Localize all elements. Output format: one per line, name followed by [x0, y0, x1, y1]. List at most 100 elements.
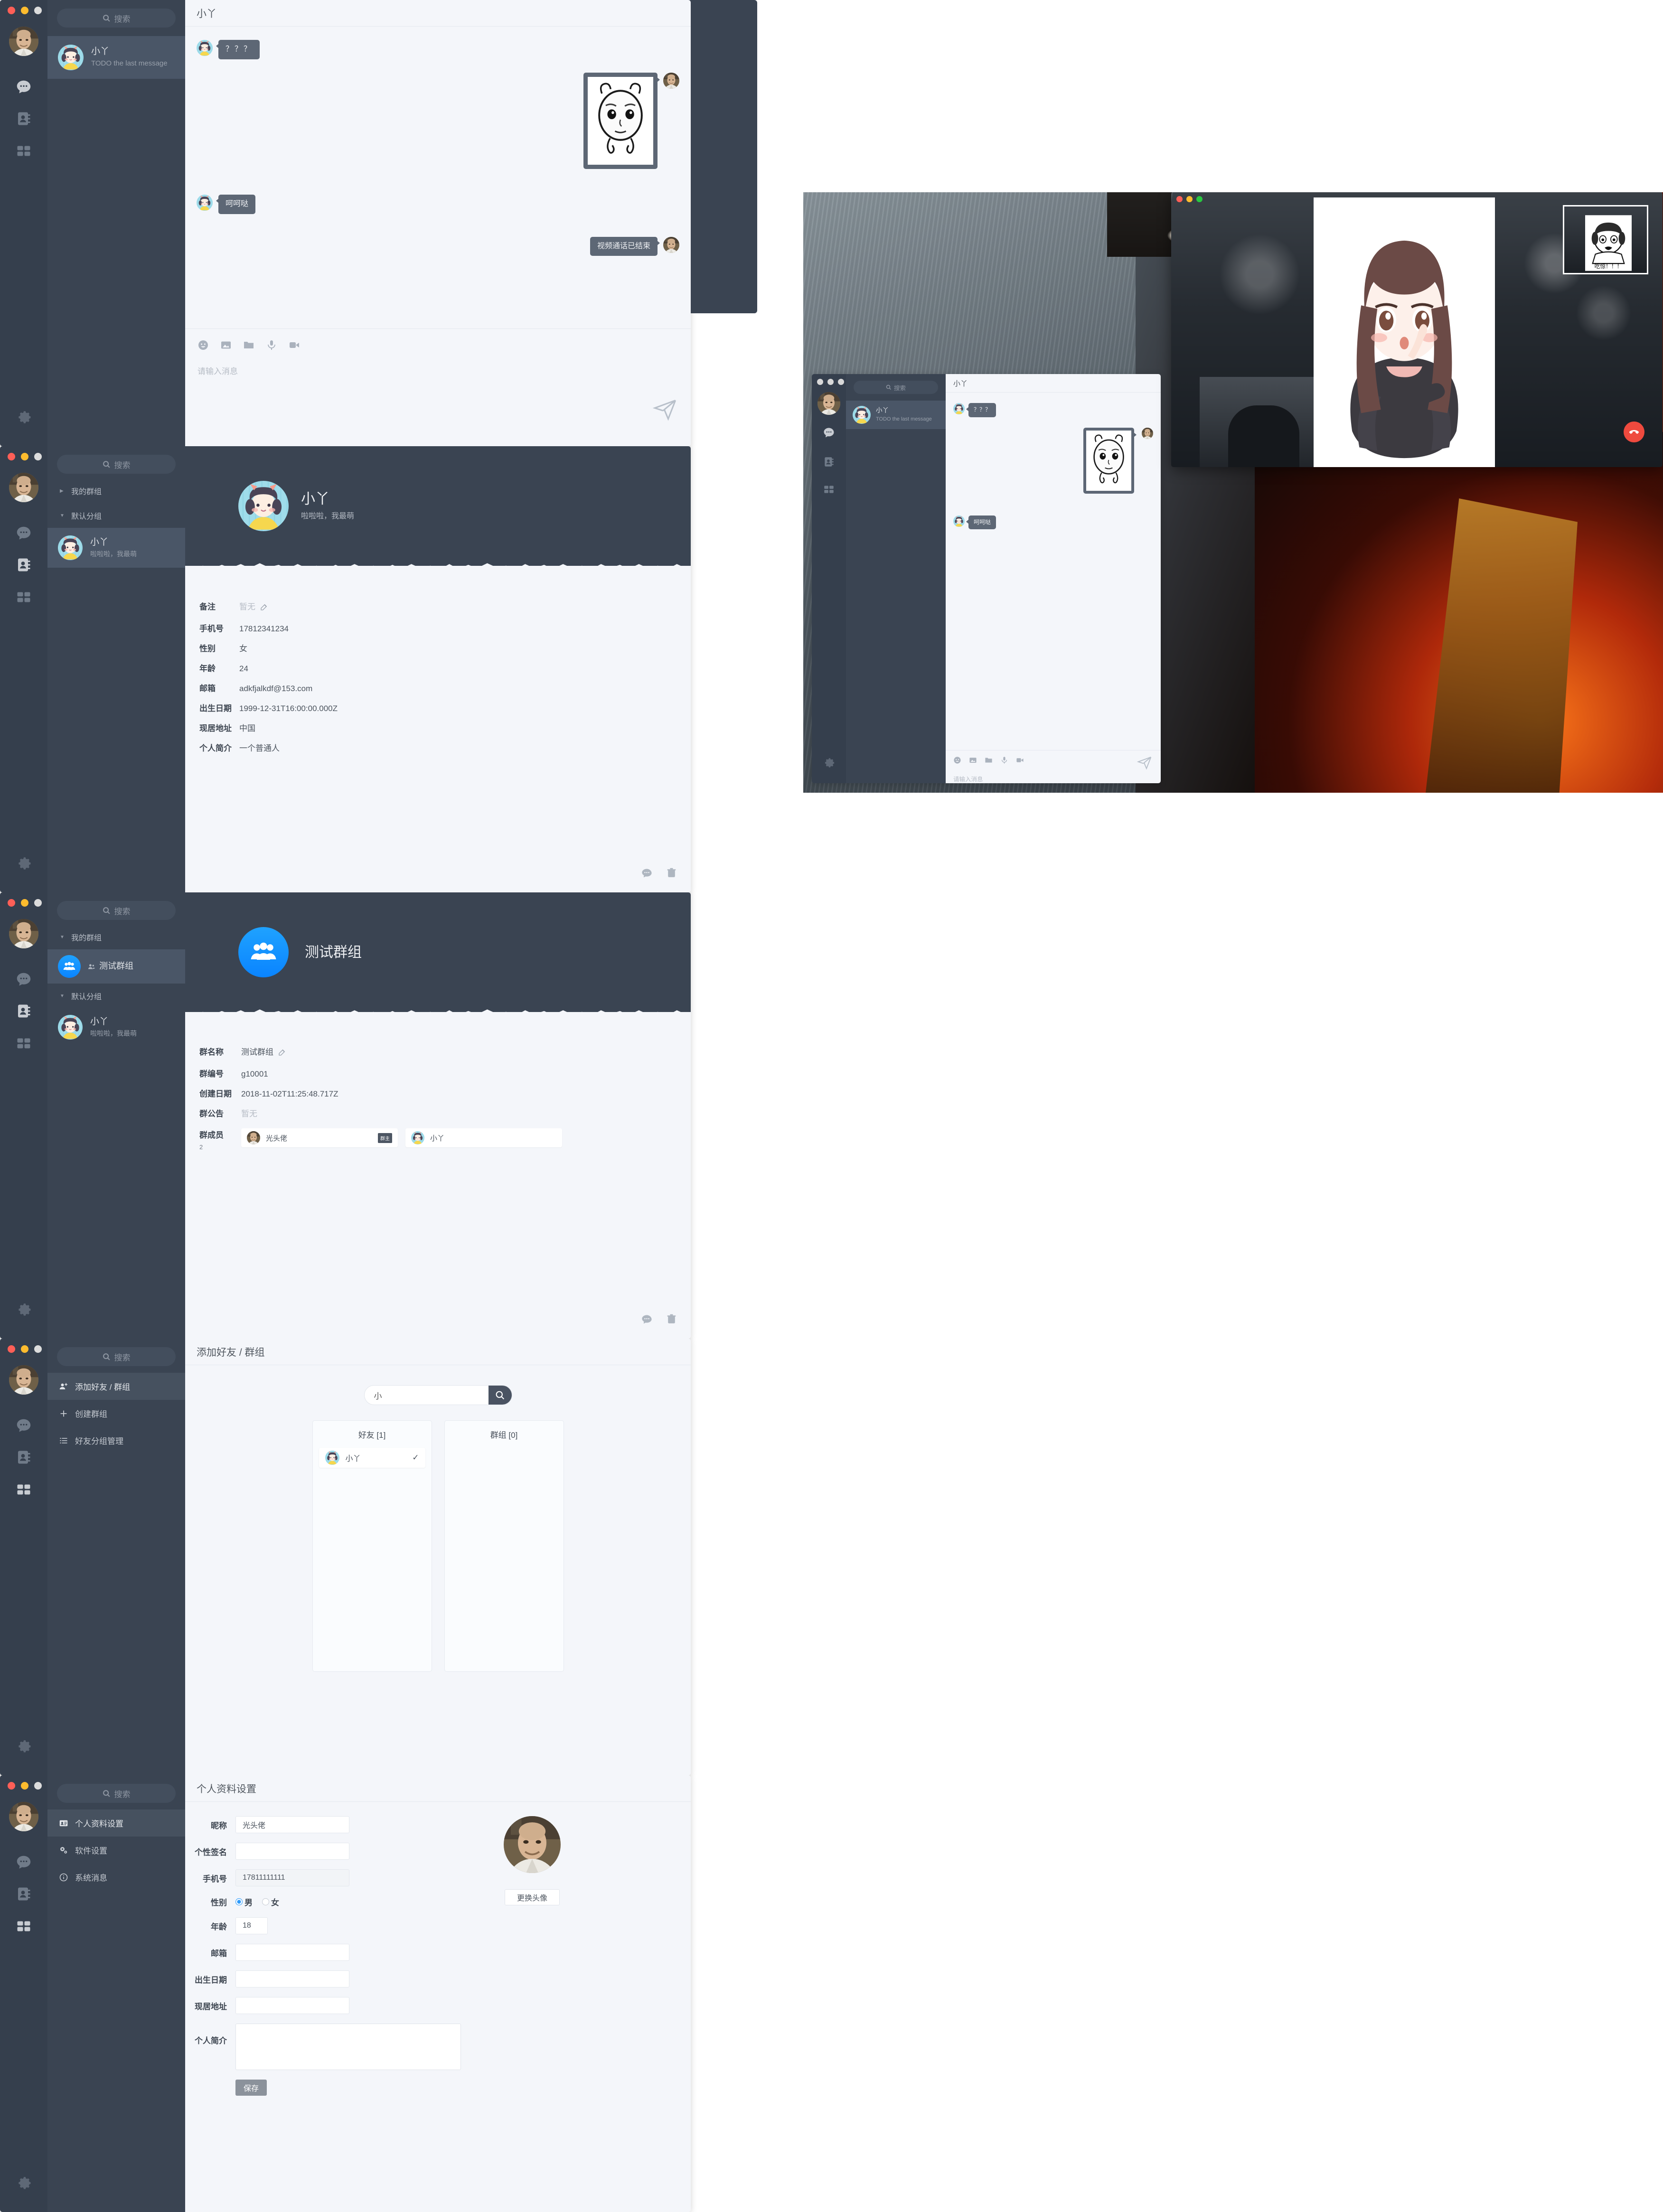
maximize-button[interactable]: [838, 379, 844, 385]
minimize-button[interactable]: [21, 899, 28, 907]
member-card[interactable]: 小丫: [405, 1128, 562, 1147]
avatar[interactable]: [9, 27, 38, 56]
sidebar-item-contacts[interactable]: [0, 1449, 47, 1466]
close-button[interactable]: [8, 899, 15, 907]
search-input[interactable]: 搜索: [57, 455, 176, 474]
microphone-icon[interactable]: [1000, 756, 1008, 767]
menu-item-add-friend[interactable]: 添加好友 / 群组: [47, 1373, 185, 1400]
contact-item[interactable]: 小丫 啦啦啦，我最萌: [47, 1008, 185, 1046]
menu-item-system-messages[interactable]: 系统消息: [47, 1864, 185, 1891]
sidebar-item-apps[interactable]: [0, 1481, 47, 1498]
image-icon[interactable]: [220, 339, 232, 353]
search-input[interactable]: 搜索: [854, 381, 938, 394]
video-camera-icon[interactable]: [289, 339, 300, 353]
maximize-button[interactable]: [34, 453, 42, 460]
window-controls[interactable]: [8, 7, 42, 14]
message-input-placeholder[interactable]: 请输入消息: [946, 769, 1161, 783]
member-card[interactable]: 光头佬 群主: [241, 1128, 398, 1147]
save-button[interactable]: 保存: [235, 2080, 267, 2096]
sidebar-item-apps[interactable]: [0, 1035, 47, 1052]
sidebar-item-contacts[interactable]: [0, 1003, 47, 1020]
gear-icon[interactable]: [0, 2175, 47, 2191]
contact-item[interactable]: 小丫 啦啦啦，我最萌: [47, 528, 185, 568]
window-controls[interactable]: [8, 1782, 42, 1790]
message-icon[interactable]: [640, 1313, 653, 1328]
maximize-button[interactable]: [34, 1345, 42, 1353]
send-icon[interactable]: [652, 397, 677, 424]
delete-icon[interactable]: [666, 867, 677, 882]
maximize-button[interactable]: [34, 1782, 42, 1790]
gender-male-radio[interactable]: 男: [235, 1896, 253, 1908]
conversation-item[interactable]: 小丫 TODO the last message: [846, 401, 946, 429]
search-button[interactable]: [488, 1386, 512, 1405]
image-icon[interactable]: [969, 756, 977, 767]
minimize-button[interactable]: [21, 453, 28, 460]
close-button[interactable]: [8, 1782, 15, 1790]
age-input[interactable]: 18: [235, 1917, 268, 1934]
sidebar-item-apps[interactable]: [0, 589, 47, 606]
minimize-button[interactable]: [21, 7, 28, 14]
sidebar-item-apps[interactable]: [812, 483, 846, 496]
menu-item-create-group[interactable]: 创建群组: [47, 1400, 185, 1427]
minimize-button[interactable]: [21, 1782, 28, 1790]
image-message[interactable]: [583, 72, 660, 169]
search-input[interactable]: 搜索: [57, 901, 176, 920]
bio-textarea[interactable]: [235, 2024, 461, 2070]
close-button[interactable]: [8, 1345, 15, 1353]
group-section-default[interactable]: ▼ 默认分组: [47, 503, 185, 528]
avatar[interactable]: [9, 1802, 38, 1831]
gear-icon[interactable]: [0, 855, 47, 872]
emoji-icon[interactable]: [197, 339, 209, 353]
sidebar-item-chats[interactable]: [0, 971, 47, 989]
folder-icon[interactable]: [243, 339, 254, 353]
sidebar-item-chats[interactable]: [812, 426, 846, 440]
message-input-placeholder[interactable]: 请输入消息: [185, 357, 691, 376]
close-button[interactable]: [1176, 196, 1183, 202]
friend-search-input[interactable]: [364, 1386, 489, 1405]
group-section-my-groups[interactable]: ▶ 我的群组: [47, 478, 185, 503]
hangup-button[interactable]: [1624, 422, 1644, 442]
window-controls[interactable]: [817, 379, 844, 385]
sidebar-item-chats[interactable]: [0, 1854, 47, 1872]
window-controls[interactable]: [8, 899, 42, 907]
microphone-icon[interactable]: [266, 339, 277, 353]
conversation-item[interactable]: 小丫 TODO the last message: [47, 36, 185, 79]
emoji-icon[interactable]: [953, 756, 961, 767]
sidebar-item-contacts[interactable]: [812, 456, 846, 468]
group-section-my-groups[interactable]: ▼ 我的群组: [47, 925, 185, 949]
minimize-button[interactable]: [827, 379, 834, 385]
image-message[interactable]: [1083, 427, 1137, 494]
video-camera-icon[interactable]: [1016, 756, 1024, 767]
sidebar-item-chats[interactable]: [0, 1417, 47, 1435]
message-icon[interactable]: [640, 867, 653, 882]
sidebar-item-chats[interactable]: [0, 525, 47, 543]
search-input[interactable]: 搜索: [57, 1784, 176, 1803]
sidebar-item-contacts[interactable]: [0, 556, 47, 573]
edit-icon[interactable]: [260, 603, 268, 613]
window-controls[interactable]: [1176, 196, 1203, 202]
sidebar-item-chats[interactable]: [0, 78, 47, 96]
avatar[interactable]: [9, 919, 38, 948]
delete-icon[interactable]: [666, 1313, 677, 1328]
search-input[interactable]: 搜索: [57, 1347, 176, 1366]
gender-female-radio[interactable]: 女: [262, 1896, 279, 1908]
nickname-input[interactable]: 光头佬: [235, 1816, 349, 1833]
birthday-input[interactable]: [235, 1970, 349, 1987]
address-input[interactable]: [235, 1997, 349, 2014]
gear-icon[interactable]: [0, 1302, 47, 1318]
send-icon[interactable]: [1137, 755, 1152, 773]
sidebar-item-contacts[interactable]: [0, 1885, 47, 1903]
menu-item-group-manage[interactable]: 好友分组管理: [47, 1427, 185, 1454]
group-item[interactable]: 测试群组: [47, 949, 185, 984]
close-button[interactable]: [817, 379, 823, 385]
avatar[interactable]: [9, 1365, 38, 1395]
maximize-button[interactable]: [1196, 196, 1203, 202]
maximize-button[interactable]: [34, 899, 42, 907]
window-controls[interactable]: [8, 453, 42, 460]
close-button[interactable]: [8, 7, 15, 14]
gear-icon[interactable]: [0, 1738, 47, 1754]
signature-input[interactable]: [235, 1843, 349, 1860]
local-video-pip[interactable]: [1563, 205, 1648, 274]
change-avatar-button[interactable]: 更换头像: [505, 1889, 560, 1905]
sidebar-item-contacts[interactable]: [0, 110, 47, 127]
